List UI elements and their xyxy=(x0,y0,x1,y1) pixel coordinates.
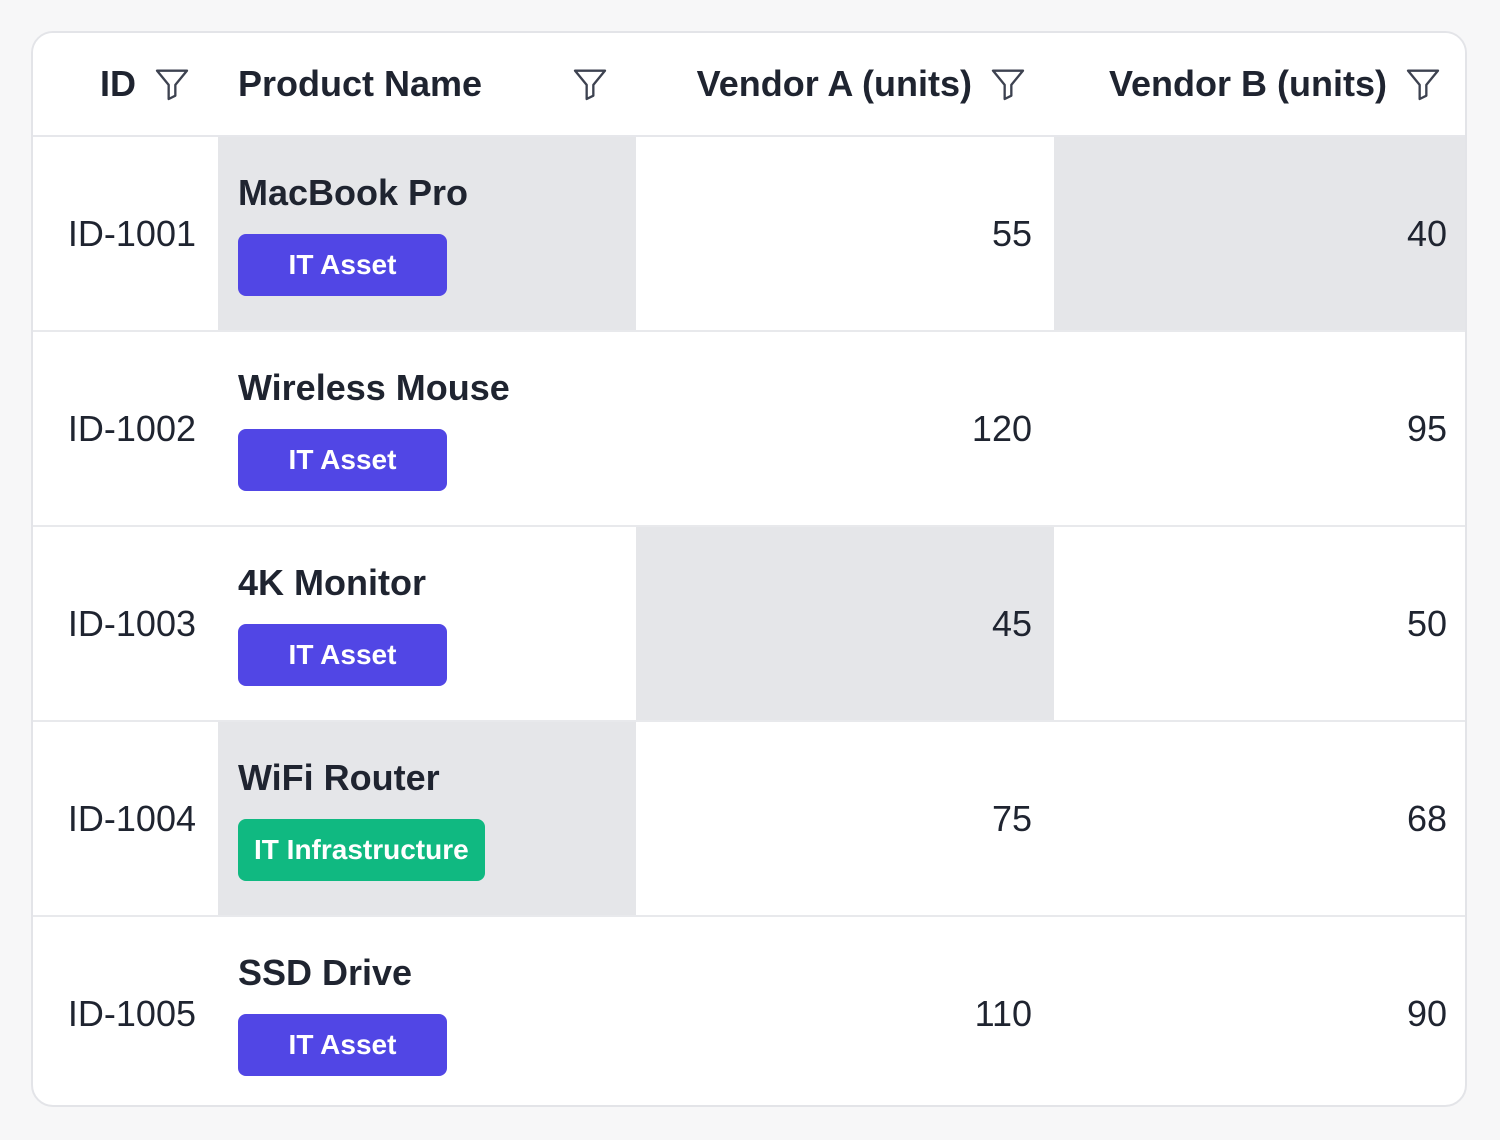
product-name-cell[interactable]: Wireless Mouse IT Asset xyxy=(218,331,636,527)
vendor-b-cell[interactable]: 68 xyxy=(1054,721,1465,917)
vendor-b-cell[interactable]: 50 xyxy=(1054,526,1465,722)
column-header-product-name[interactable]: Product Name xyxy=(218,33,636,137)
product-name: Wireless Mouse xyxy=(238,366,510,408)
column-header-vendor-a[interactable]: Vendor A (units) xyxy=(636,33,1054,137)
product-name: 4K Monitor xyxy=(238,561,426,603)
category-tag: IT Asset xyxy=(238,623,447,686)
filter-icon[interactable] xyxy=(152,64,192,104)
data-grid-card: ID Product Name Vendor A (units) Vendor … xyxy=(31,31,1467,1107)
product-name-cell[interactable]: MacBook Pro IT Asset xyxy=(218,136,636,332)
table-row[interactable]: ID-1005 SSD Drive IT Asset 110 90 xyxy=(33,916,1465,1105)
filter-icon[interactable] xyxy=(1403,64,1443,104)
column-header-product-name-label: Product Name xyxy=(238,63,483,104)
product-name: SSD Drive xyxy=(238,952,413,993)
vendor-b-cell[interactable]: 95 xyxy=(1054,331,1465,527)
table-body: ID-1001 MacBook Pro IT Asset 55 40 ID-10… xyxy=(33,136,1465,1105)
vendor-a-cell[interactable]: 120 xyxy=(636,331,1054,527)
category-tag: IT Infrastructure xyxy=(238,818,485,881)
column-header-vendor-b[interactable]: Vendor B (units) xyxy=(1054,33,1465,137)
vendor-a-cell[interactable]: 110 xyxy=(636,916,1054,1105)
filter-icon[interactable] xyxy=(570,64,610,104)
id-cell: ID-1001 xyxy=(33,136,218,332)
vendor-a-cell[interactable]: 75 xyxy=(636,721,1054,917)
category-tag: IT Asset xyxy=(238,233,447,296)
table-row[interactable]: ID-1002 Wireless Mouse IT Asset 120 95 xyxy=(33,331,1465,527)
table-row[interactable]: ID-1004 WiFi Router IT Infrastructure 75… xyxy=(33,721,1465,917)
vendor-a-cell[interactable]: 55 xyxy=(636,136,1054,332)
vendor-b-cell[interactable]: 90 xyxy=(1054,916,1465,1105)
table-row[interactable]: ID-1001 MacBook Pro IT Asset 55 40 xyxy=(33,136,1465,332)
category-tag: IT Asset xyxy=(238,1014,447,1076)
column-header-vendor-a-label: Vendor A (units) xyxy=(696,63,972,104)
product-name-cell[interactable]: 4K Monitor IT Asset xyxy=(218,526,636,722)
column-header-id[interactable]: ID xyxy=(33,33,218,137)
column-header-id-label: ID xyxy=(100,63,136,104)
id-cell: ID-1002 xyxy=(33,331,218,527)
product-name: MacBook Pro xyxy=(238,171,469,213)
id-cell: ID-1005 xyxy=(67,993,196,1034)
vendor-b-cell[interactable]: 40 xyxy=(1054,136,1465,332)
product-table: ID Product Name Vendor A (units) Vendor … xyxy=(33,33,1465,1105)
product-name-cell[interactable]: SSD Drive IT Asset xyxy=(218,916,636,1105)
filter-icon[interactable] xyxy=(988,64,1028,104)
category-tag: IT Asset xyxy=(238,428,447,491)
product-name: WiFi Router xyxy=(238,756,440,798)
vendor-a-cell[interactable]: 45 xyxy=(636,526,1054,722)
product-name-cell[interactable]: WiFi Router IT Infrastructure xyxy=(218,721,636,917)
id-cell: ID-1003 xyxy=(33,526,218,722)
id-cell: ID-1004 xyxy=(33,721,218,917)
column-header-vendor-b-label: Vendor B (units) xyxy=(1109,63,1387,104)
table-row[interactable]: ID-1003 4K Monitor IT Asset 45 50 xyxy=(33,526,1465,722)
table-header: ID Product Name Vendor A (units) Vendor … xyxy=(33,33,1465,137)
